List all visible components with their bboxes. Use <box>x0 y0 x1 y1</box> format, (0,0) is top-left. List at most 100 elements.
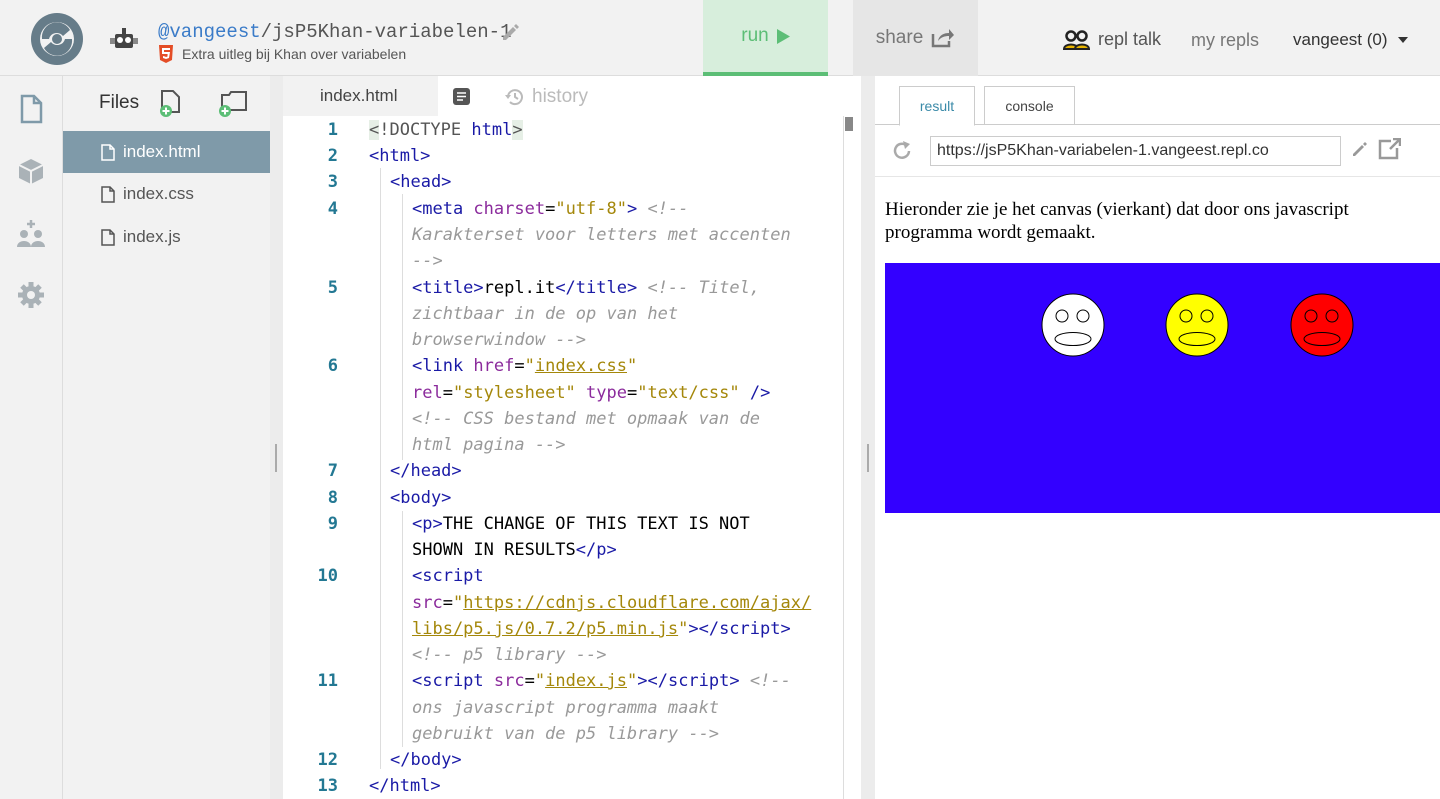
code-line: <title>repl.it</title> <!-- Titel, <box>412 278 761 298</box>
history-icon <box>505 89 523 106</box>
code-line: </head> <box>390 461 462 481</box>
face-white <box>1041 293 1105 357</box>
line-number: 13 <box>317 776 338 796</box>
play-icon <box>776 28 790 44</box>
code-line: <body> <box>390 488 452 508</box>
output-paragraph: Hieronder zie je het canvas (vierkant) d… <box>885 199 1349 243</box>
code-line: --> <box>412 251 443 271</box>
face-red <box>1290 293 1354 357</box>
open-new-window-icon[interactable] <box>1377 138 1401 160</box>
history-label: history <box>532 86 588 107</box>
file-icon <box>101 143 115 161</box>
tab-console[interactable]: console <box>984 86 1075 124</box>
run-label: run <box>741 25 769 46</box>
indent-guide <box>402 511 403 747</box>
code-line: html pagina --> <box>412 435 566 455</box>
settings-gear-icon[interactable] <box>16 280 46 310</box>
code-line: <link href="index.css" <box>412 356 638 376</box>
share-icon <box>932 29 955 48</box>
packages-icon[interactable] <box>16 156 46 186</box>
editor-scrollbar-thumb[interactable] <box>845 117 853 131</box>
canvas-background <box>885 263 1440 513</box>
code-line: <!-- CSS bestand met opmaak van de <box>412 409 760 429</box>
resize-grip <box>275 444 277 472</box>
top-bar: @vangeest/jsP5Khan-variabelen-1 Extra ui… <box>0 0 1440 76</box>
description-text: Extra uitleg bij Khan over variabelen <box>182 46 407 62</box>
line-number: 3 <box>327 172 338 192</box>
repl-description: Extra uitleg bij Khan over variabelen <box>158 45 406 63</box>
line-number: 4 <box>327 199 338 219</box>
account-dropdown[interactable]: vangeest (0) <box>1293 30 1408 50</box>
repl-title: @vangeest/jsP5Khan-variabelen-1 <box>158 21 511 43</box>
indent-guide <box>402 194 403 460</box>
editor-tab-index-html[interactable]: index.html <box>283 76 438 116</box>
run-button[interactable]: run <box>703 0 828 76</box>
tab-result[interactable]: result <box>899 86 975 126</box>
code-line: libs/p5.js/0.7.2/p5.min.js"></script> <box>412 619 791 639</box>
face-yellow <box>1165 293 1229 357</box>
sidebar-rail <box>0 76 63 799</box>
file-name: index.css <box>123 184 194 203</box>
result-tab-bar: result console <box>875 76 1440 126</box>
divider <box>875 176 1440 177</box>
robot-icon <box>110 28 138 48</box>
code-line: src="https://cdnjs.cloudflare.com/ajax/ <box>412 593 812 613</box>
code-line: <html> <box>369 146 431 166</box>
code-line: </body> <box>390 750 462 770</box>
multiplayer-icon[interactable] <box>16 218 46 248</box>
file-name: index.html <box>123 142 201 161</box>
line-number: 11 <box>317 671 338 691</box>
line-number: 9 <box>327 514 338 534</box>
p5-canvas[interactable] <box>885 263 1440 513</box>
files-title: Files <box>99 92 140 113</box>
add-file-icon[interactable] <box>159 90 183 118</box>
result-panel: result console Hieronder zie je het canv… <box>875 76 1440 799</box>
file-icon <box>101 228 115 246</box>
line-number: 12 <box>317 750 338 770</box>
indent-guide <box>380 168 381 769</box>
format-code-icon[interactable] <box>453 88 470 105</box>
line-number: 1 <box>327 120 338 140</box>
file-item-index-js[interactable]: index.js <box>63 216 270 258</box>
line-number: 8 <box>327 488 338 508</box>
code-line: browserwindow --> <box>412 330 586 350</box>
repl-talk-link[interactable]: repl talk <box>1063 29 1161 50</box>
add-folder-icon[interactable] <box>216 90 250 118</box>
panel-resize-handle[interactable] <box>270 76 283 799</box>
panel-resize-handle[interactable] <box>861 76 875 799</box>
replit-logo-icon[interactable] <box>30 12 84 66</box>
file-name: index.js <box>123 227 181 246</box>
edit-pencil-icon[interactable] <box>500 22 520 42</box>
code-line: <!DOCTYPE html> <box>369 120 523 140</box>
code-line: gebruikt van de p5 library --> <box>412 724 720 744</box>
files-panel: Files index.html index.css index.js <box>63 76 270 799</box>
caret-down-icon <box>1397 37 1408 43</box>
repl-owner-link[interactable]: @vangeest <box>158 21 261 43</box>
people-icon <box>1063 29 1090 50</box>
code-line: ons javascript programma maakt <box>412 698 720 718</box>
editor-tab-bar: index.html history <box>283 76 861 116</box>
reload-icon[interactable] <box>891 140 913 162</box>
code-line: </html> <box>369 776 441 796</box>
line-number: 7 <box>327 461 338 481</box>
share-label: share <box>875 27 924 48</box>
code-line: <p>THE CHANGE OF THIS TEXT IS NOT <box>412 514 750 534</box>
code-editor[interactable]: 1 2 3 4 5 6 7 8 9 10 11 12 13 <!DOCTYPE … <box>283 116 861 799</box>
share-button[interactable]: share <box>853 0 978 76</box>
history-button[interactable]: history <box>505 86 588 108</box>
edit-url-pencil-icon[interactable] <box>1351 140 1369 158</box>
code-line: <head> <box>390 172 452 192</box>
code-line: <script <box>412 566 484 586</box>
repl-name: /jsP5Khan-variabelen-1 <box>260 21 512 43</box>
url-field[interactable] <box>930 136 1341 166</box>
line-number: 2 <box>327 146 338 166</box>
file-item-index-css[interactable]: index.css <box>63 173 270 215</box>
line-number: 10 <box>317 566 338 586</box>
file-icon <box>101 185 115 203</box>
my-repls-link[interactable]: my repls <box>1191 30 1259 51</box>
files-icon[interactable] <box>16 94 46 124</box>
code-line: zichtbaar in de op van het <box>412 304 679 324</box>
file-item-index-html[interactable]: index.html <box>63 131 270 173</box>
code-line: <meta charset="utf-8"> <!-- <box>412 199 689 219</box>
editor-minimap-border <box>843 116 844 799</box>
